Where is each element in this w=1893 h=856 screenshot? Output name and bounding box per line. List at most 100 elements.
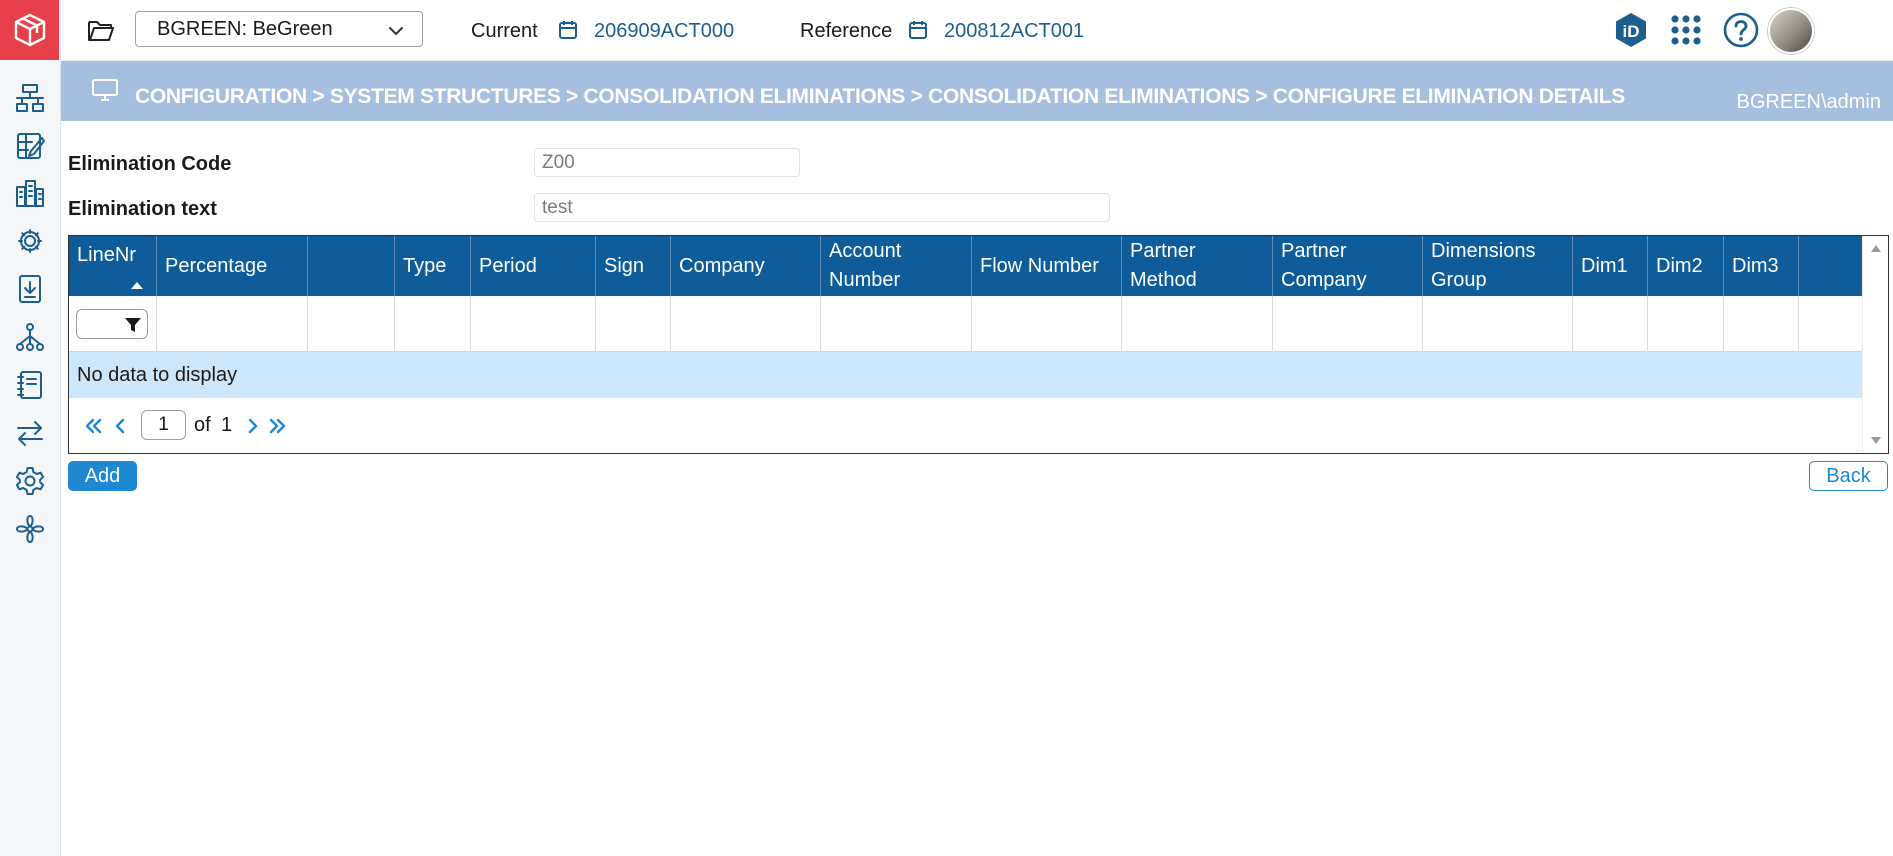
sidebar-item-settings[interactable] (12, 463, 48, 499)
structure-flow-icon (16, 84, 44, 112)
reference-period-label: Reference (800, 20, 893, 42)
column-header-label: Type (403, 254, 447, 277)
column-header-period[interactable]: Period (471, 236, 596, 296)
column-header-partner-company[interactable]: Partner Company (1273, 236, 1423, 296)
column-header-label: Sign (604, 254, 645, 277)
first-page-icon[interactable] (82, 415, 104, 437)
filter-cell[interactable] (821, 296, 972, 352)
fan-icon (16, 515, 44, 543)
app-logo[interactable] (0, 0, 59, 60)
top-bar: BGREEN: BeGreen Current 206909ACT000 Ref… (61, 0, 1893, 61)
apps-grid-icon[interactable] (1666, 10, 1706, 50)
current-period-label: Current (471, 20, 538, 42)
column-header-dim2[interactable]: Dim2 (1648, 236, 1724, 296)
column-header-account-number[interactable]: Account Number (821, 236, 972, 296)
current-period-value[interactable]: 206909ACT000 (594, 20, 734, 43)
current-user-label: BGREEN\admin (1736, 91, 1882, 113)
filter-cell[interactable] (308, 296, 395, 352)
help-icon[interactable] (1721, 10, 1761, 50)
column-header-label: Partner (1281, 240, 1347, 262)
column-header-type[interactable]: Type (395, 236, 471, 296)
scroll-up-icon[interactable] (1871, 245, 1881, 252)
elimination-text-label: Elimination text (68, 198, 217, 220)
sidebar-item-entities[interactable] (12, 175, 48, 211)
filter-cell[interactable] (671, 296, 821, 352)
gear-cluster-icon (18, 229, 42, 253)
filter-cell[interactable] (1122, 296, 1273, 352)
filter-cell[interactable] (471, 296, 596, 352)
filter-cell[interactable] (1573, 296, 1648, 352)
previous-page-icon[interactable] (109, 415, 131, 437)
elimination-text-field[interactable]: test (534, 193, 1110, 222)
column-header-label: Company (1281, 269, 1367, 291)
sheet-edit-icon (17, 133, 45, 159)
avatar[interactable] (1768, 8, 1814, 54)
column-header-label: Partner (1130, 240, 1196, 262)
elimination-code-label: Elimination Code (68, 153, 232, 175)
filter-cell[interactable] (972, 296, 1122, 352)
column-header-sign[interactable]: Sign (596, 236, 671, 296)
grid-vertical-scrollbar[interactable] (1862, 236, 1888, 453)
breadcrumb: CONFIGURATION > SYSTEM STRUCTURES > CONS… (135, 85, 1625, 108)
back-button[interactable]: Back (1809, 461, 1888, 491)
page-of-label: of (194, 414, 211, 436)
add-button[interactable]: Add (68, 461, 137, 491)
column-header-label: LineNr (77, 244, 136, 266)
column-header-company[interactable]: Company (671, 236, 821, 296)
sidebar-item-tools[interactable] (12, 511, 48, 547)
column-header-flow-number[interactable]: Flow Number (972, 236, 1122, 296)
transfer-arrows-icon (17, 421, 43, 446)
column-header-partner-method[interactable]: Partner Method (1122, 236, 1273, 296)
last-page-icon[interactable] (267, 415, 289, 437)
next-page-icon[interactable] (242, 415, 264, 437)
filter-cell[interactable] (395, 296, 471, 352)
scroll-down-icon[interactable] (1871, 437, 1881, 444)
sidebar-item-imports[interactable] (12, 271, 48, 307)
filter-cell[interactable] (1724, 296, 1799, 352)
id-badge-icon[interactable]: iD (1611, 10, 1651, 50)
column-header-dim3[interactable]: Dim3 (1724, 236, 1799, 296)
sidebar-item-processes[interactable] (12, 223, 48, 259)
column-header-dimensions-group[interactable]: Dimensions Group (1423, 236, 1573, 296)
sidebar-item-sheets[interactable] (12, 128, 48, 164)
hierarchy-icon (16, 323, 44, 351)
filter-cell[interactable] (157, 296, 308, 352)
column-header-linenr[interactable]: LineNr (69, 236, 157, 296)
filter-cell[interactable] (1423, 296, 1573, 352)
grid-header-row: LineNr Percentage Type Period Sign Compa… (69, 236, 1862, 296)
buildings-icon (16, 180, 44, 207)
column-header-label: Dim2 (1656, 254, 1703, 277)
filter-cell[interactable] (596, 296, 671, 352)
sidebar (0, 0, 61, 856)
elimination-code-field[interactable]: Z00 (534, 148, 800, 177)
filter-cell[interactable] (1648, 296, 1724, 352)
sidebar-item-journals[interactable] (12, 367, 48, 403)
column-header-label: Dim3 (1732, 254, 1779, 277)
filter-cell (1799, 296, 1862, 352)
page-number-input[interactable]: 1 (141, 410, 186, 440)
column-header-label: Flow Number (980, 254, 1099, 277)
chevron-down-icon (388, 22, 403, 36)
column-header-percentage[interactable]: Percentage (157, 236, 308, 296)
reference-period-value[interactable]: 200812ACT001 (944, 20, 1084, 43)
company-select-value: BGREEN: BeGreen (157, 17, 333, 40)
calendar-icon[interactable] (907, 19, 929, 41)
download-document-icon (19, 275, 41, 303)
sidebar-item-structure[interactable] (12, 80, 48, 116)
sidebar-item-hierarchy[interactable] (12, 319, 48, 355)
filter-cell[interactable] (1273, 296, 1423, 352)
cube-logo-icon (14, 13, 45, 47)
calendar-icon[interactable] (557, 19, 579, 41)
app-root: BGREEN: BeGreen Current 206909ACT000 Ref… (0, 0, 1893, 856)
company-select[interactable]: BGREEN: BeGreen (135, 11, 423, 47)
column-header-blank[interactable] (308, 236, 395, 296)
sidebar-item-transfers[interactable] (12, 415, 48, 451)
column-header-dim1[interactable]: Dim1 (1573, 236, 1648, 296)
filter-cell-linenr (69, 296, 157, 352)
filter-button[interactable] (76, 309, 148, 339)
breadcrumb-banner: CONFIGURATION > SYSTEM STRUCTURES > CONS… (61, 61, 1893, 121)
total-pages-label: 1 (221, 414, 233, 436)
column-header-label: Period (479, 254, 537, 277)
notebook-icon (17, 371, 42, 399)
folder-open-icon[interactable] (87, 17, 115, 43)
